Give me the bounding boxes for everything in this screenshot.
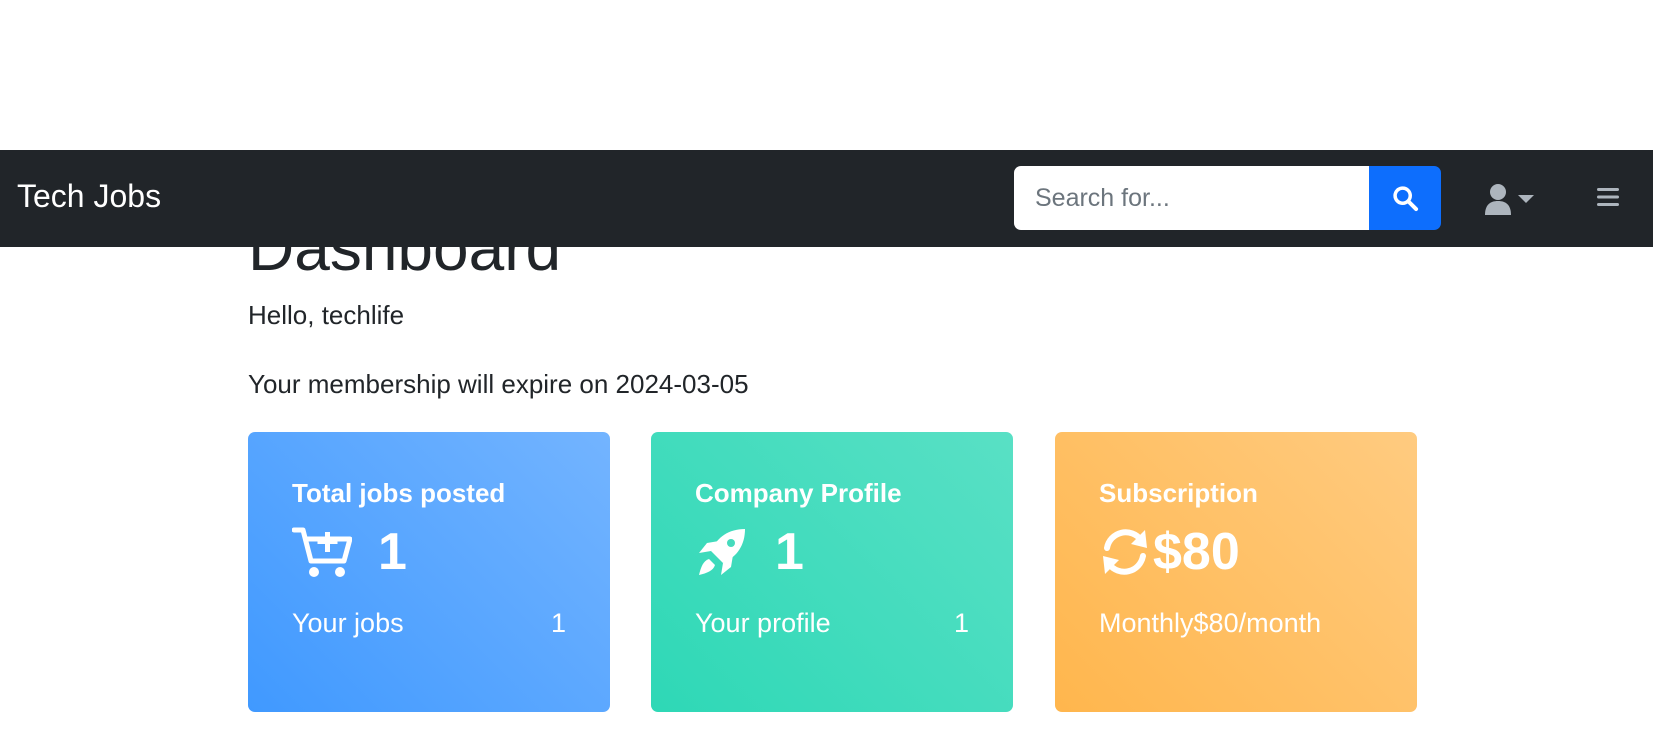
- card-total-jobs: Total jobs posted 1 Your jobs 1: [248, 432, 610, 712]
- card-footer-value: 1: [953, 608, 969, 639]
- card-footer-label: Your profile: [695, 608, 831, 639]
- menu-icon: [1597, 188, 1619, 206]
- card-footer: Your profile 1: [695, 607, 969, 639]
- greeting-text: Hello, techlife: [248, 300, 405, 330]
- caret-down-icon: [1518, 195, 1534, 203]
- card-footer-label: Your jobs: [292, 608, 404, 639]
- card-value: 1: [378, 523, 407, 582]
- card-company-profile: Company Profile 1 Your profile 1: [651, 432, 1013, 712]
- card-subscription: Subscription $80 Monthly$80/month: [1055, 432, 1417, 712]
- card-title: Company Profile: [695, 478, 902, 508]
- sidebar-toggle-button[interactable]: [1596, 186, 1620, 210]
- card-main-row: 1: [695, 521, 969, 583]
- card-value: 1: [775, 523, 804, 582]
- card-footer: Monthly$80/month: [1099, 607, 1373, 639]
- card-footer-text: Monthly$80/month: [1099, 608, 1322, 639]
- membership-expiry-text: Your membership will expire on 2024-03-0…: [248, 369, 749, 399]
- card-title: Subscription: [1099, 478, 1258, 508]
- card-footer-value: 1: [550, 608, 566, 639]
- search-button[interactable]: [1369, 166, 1441, 230]
- rocket-icon: [695, 525, 749, 579]
- card-main-row: 1: [292, 521, 566, 583]
- user-icon: [1485, 184, 1511, 215]
- brand-link[interactable]: Tech Jobs: [17, 180, 161, 212]
- card-footer: Your jobs 1: [292, 607, 566, 639]
- sync-icon: [1099, 526, 1151, 578]
- top-navbar: Tech Jobs: [0, 150, 1653, 247]
- card-title: Total jobs posted: [292, 478, 506, 508]
- user-dropdown-toggle[interactable]: [1484, 181, 1544, 217]
- cart-plus-icon: [292, 525, 352, 579]
- search-input[interactable]: [1014, 166, 1369, 230]
- search-form: [1014, 166, 1441, 230]
- card-main-row: $80: [1099, 521, 1373, 583]
- search-icon: [1393, 186, 1419, 212]
- card-value: $80: [1153, 523, 1240, 582]
